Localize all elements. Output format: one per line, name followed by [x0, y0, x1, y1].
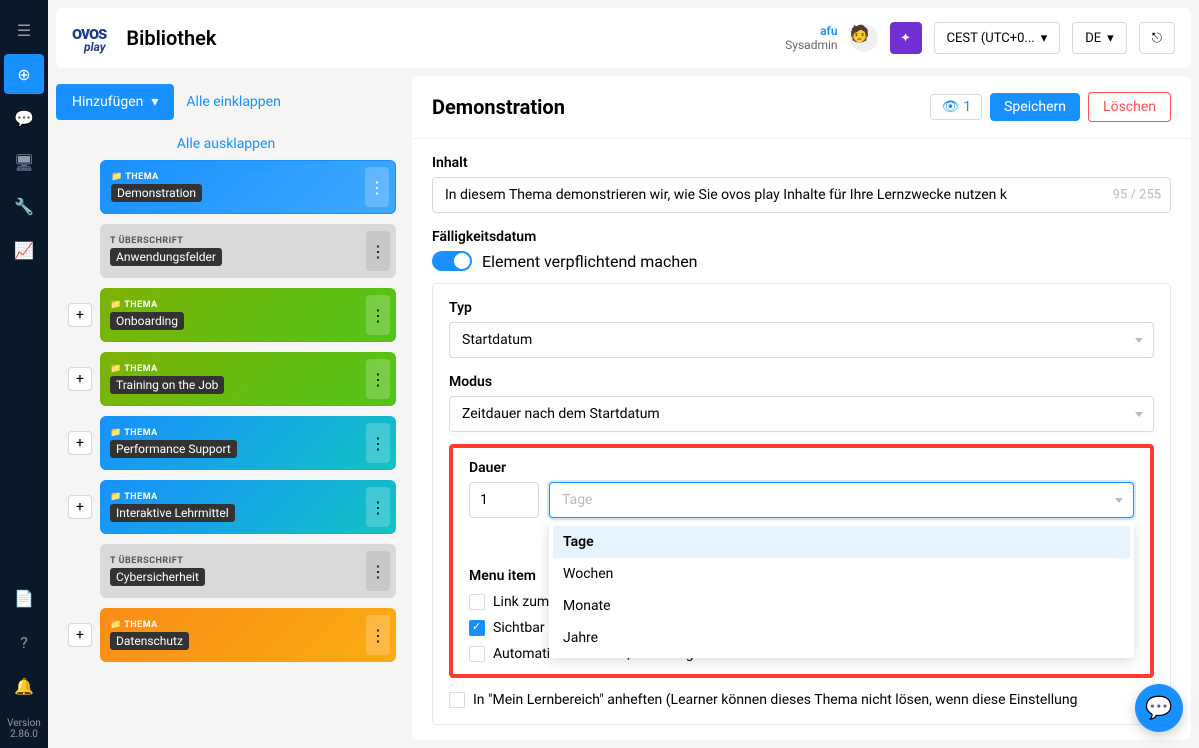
heading-icon: T ÜBERSCHRIFT — [110, 556, 386, 566]
duration-unit-dropdown: TageWochenMonateJahre — [549, 522, 1134, 658]
tree-item-label: Cybersicherheit — [110, 568, 205, 586]
duration-label: Dauer — [469, 460, 1134, 476]
tree-item[interactable]: 📁 THEMA Datenschutz ⋮ — [100, 608, 396, 662]
sidebar-display-icon[interactable]: 🖥 — [4, 142, 44, 182]
dropdown-option[interactable]: Wochen — [553, 558, 1130, 590]
folder-icon: 📁 THEMA — [110, 428, 386, 438]
avatar[interactable]: 🧑 — [850, 24, 878, 52]
auto-email-checkbox[interactable] — [469, 646, 485, 662]
tree-item-label: Onboarding — [110, 312, 184, 330]
eye-icon: 👁 — [941, 99, 959, 115]
duedate-label: Fälligkeitsdatum — [432, 229, 1171, 245]
mandatory-label: Element verpflichtend machen — [482, 252, 698, 271]
tree-add-button[interactable]: + — [68, 495, 92, 519]
tree-item-label: Datenschutz — [110, 632, 189, 650]
main-sidebar: ☰ ⊕ 💬 🖥 🔧 📈 📄 ? 🔔 Version 2.86.0 — [0, 0, 48, 748]
logo: ovos play — [72, 23, 106, 54]
tree-item[interactable]: 📁 THEMA Onboarding ⋮ — [100, 288, 396, 342]
tree-add-button[interactable]: + — [68, 303, 92, 327]
folder-icon: 📁 THEMA — [111, 172, 385, 182]
tree-add-button[interactable]: + — [68, 623, 92, 647]
duration-unit-select[interactable]: Tage — [549, 482, 1134, 518]
tree-item[interactable]: T ÜBERSCHRIFT Cybersicherheit ⋮ — [100, 544, 396, 598]
sidebar-settings-icon[interactable]: 🔧 — [4, 186, 44, 226]
type-label: Typ — [449, 300, 1154, 316]
tree-add-button[interactable]: + — [68, 367, 92, 391]
sidebar-menu-icon[interactable]: ☰ — [4, 10, 44, 50]
visible-label: Sichtbar — [493, 620, 545, 636]
folder-icon: 📁 THEMA — [110, 300, 386, 310]
dropdown-option[interactable]: Tage — [553, 526, 1130, 558]
tree-item-label: Training on the Job — [110, 376, 224, 394]
sidebar-doc-icon[interactable]: 📄 — [4, 578, 44, 618]
tree-item-label: Performance Support — [110, 440, 237, 458]
version-label: Version — [7, 718, 41, 729]
sidebar-notify-icon[interactable]: 🔔 — [4, 666, 44, 706]
language-select[interactable]: DE▾ — [1072, 22, 1126, 54]
tree-item[interactable]: 📁 THEMA Interaktive Lehrmittel ⋮ — [100, 480, 396, 534]
more-icon[interactable]: ⋮ — [366, 551, 390, 591]
chat-fab[interactable]: 💬 — [1135, 684, 1183, 732]
timezone-select[interactable]: CEST (UTC+0...▾ — [934, 22, 1061, 54]
sidebar-help-icon[interactable]: ? — [4, 622, 44, 662]
tree-item-label: Demonstration — [111, 184, 202, 202]
char-count: 95 / 255 — [1113, 188, 1161, 203]
pin-checkbox[interactable] — [449, 692, 465, 708]
magic-button[interactable]: ✦ — [890, 22, 922, 54]
visible-checkbox[interactable] — [469, 620, 485, 636]
expand-all-button[interactable]: Alle ausklappen — [56, 136, 396, 152]
chevron-down-icon: ▾ — [1107, 31, 1114, 46]
version-value: 2.86.0 — [7, 729, 41, 740]
sidebar-add-icon[interactable]: ⊕ — [4, 54, 44, 94]
tree-item-label: Interaktive Lehrmittel — [110, 504, 235, 522]
content-label: Inhalt — [432, 155, 1171, 171]
more-icon[interactable]: ⋮ — [366, 231, 390, 271]
detail-panel: Demonstration 👁 1 Speichern Löschen Inha… — [412, 76, 1191, 740]
user-block: afu Sysadmin — [785, 24, 837, 52]
add-button[interactable]: Hinzufügen▾ — [56, 84, 174, 120]
page-title: Bibliothek — [126, 26, 216, 50]
folder-icon: 📁 THEMA — [110, 492, 386, 502]
dropdown-option[interactable]: Monate — [553, 590, 1130, 622]
more-icon[interactable]: ⋮ — [366, 423, 390, 463]
content-input[interactable] — [432, 177, 1171, 213]
tree-item[interactable]: 📁 THEMA Demonstration ⋮ — [100, 160, 396, 214]
chevron-down-icon: ▾ — [1041, 31, 1048, 46]
more-icon[interactable]: ⋮ — [366, 487, 390, 527]
duration-number-input[interactable] — [469, 482, 539, 518]
dropdown-option[interactable]: Jahre — [553, 622, 1130, 654]
more-icon[interactable]: ⋮ — [365, 167, 389, 207]
more-icon[interactable]: ⋮ — [366, 359, 390, 399]
topbar: ovos play Bibliothek afu Sysadmin 🧑 ✦ CE… — [56, 8, 1191, 68]
type-select[interactable]: Startdatum — [449, 322, 1154, 358]
detail-title: Demonstration — [432, 95, 922, 119]
tree-item[interactable]: 📁 THEMA Training on the Job ⋮ — [100, 352, 396, 406]
sidebar-chat-icon[interactable]: 💬 — [4, 98, 44, 138]
mode-select[interactable]: Zeitdauer nach dem Startdatum — [449, 396, 1154, 432]
views-badge[interactable]: 👁 1 — [930, 94, 982, 120]
logout-button[interactable]: ⎋ — [1139, 22, 1175, 54]
folder-icon: 📁 THEMA — [110, 620, 386, 630]
library-tree-panel: Hinzufügen▾ Alle einklappen Alle ausklap… — [56, 76, 396, 740]
save-button[interactable]: Speichern — [990, 93, 1080, 121]
mandatory-toggle[interactable] — [432, 251, 472, 271]
tree-item[interactable]: T ÜBERSCHRIFT Anwendungsfelder ⋮ — [100, 224, 396, 278]
delete-button[interactable]: Löschen — [1088, 92, 1171, 122]
duration-highlight: Dauer Tage TageWochenMonateJahre Menu it… — [449, 444, 1154, 678]
folder-icon: 📁 THEMA — [110, 364, 386, 374]
more-icon[interactable]: ⋮ — [366, 295, 390, 335]
pin-label: In "Mein Lernbereich" anheften (Learner … — [473, 692, 1077, 708]
tree-item[interactable]: 📁 THEMA Performance Support ⋮ — [100, 416, 396, 470]
mode-label: Modus — [449, 374, 1154, 390]
heading-icon: T ÜBERSCHRIFT — [110, 236, 386, 246]
chevron-down-icon: ▾ — [151, 94, 158, 110]
tree-add-button[interactable]: + — [68, 431, 92, 455]
sidebar-stats-icon[interactable]: 📈 — [4, 230, 44, 270]
more-icon[interactable]: ⋮ — [366, 615, 390, 655]
tree-item-label: Anwendungsfelder — [110, 248, 222, 266]
link-hub-checkbox[interactable] — [469, 594, 485, 610]
collapse-all-button[interactable]: Alle einklappen — [186, 94, 280, 110]
